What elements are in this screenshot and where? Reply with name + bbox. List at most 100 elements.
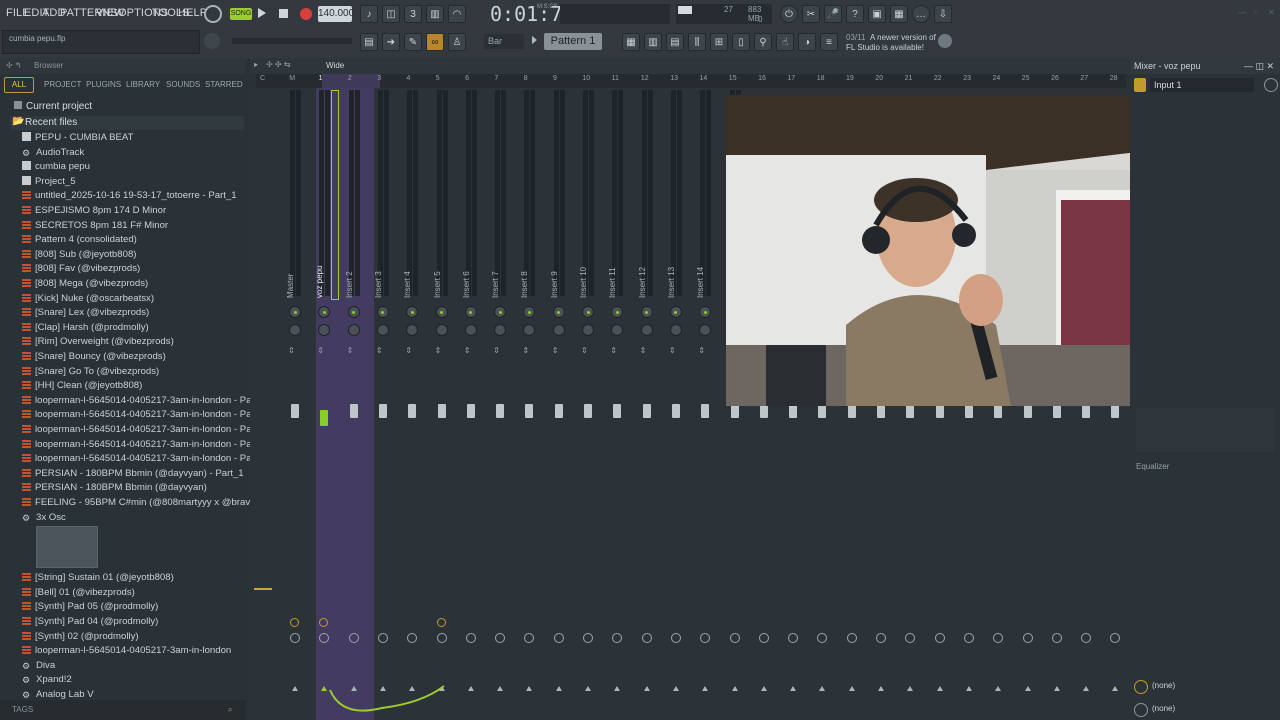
browser-file-item[interactable]: PERSIAN - 180BPM Bbmin (@dayvyan): [22, 482, 207, 493]
route-knob[interactable]: [758, 633, 769, 643]
ruler-mark[interactable]: 19: [846, 75, 854, 82]
send-arrow-icon[interactable]: [936, 686, 943, 691]
stereo-separation-icon[interactable]: ⇕: [435, 346, 442, 355]
route-knob[interactable]: [290, 633, 300, 643]
mixer-view-label[interactable]: Wide: [326, 61, 344, 70]
ruler-mark[interactable]: 7: [494, 75, 498, 82]
volume-fader[interactable]: [584, 404, 592, 418]
stereo-separation-icon[interactable]: ⇕: [552, 346, 559, 355]
volume-knob[interactable]: [435, 324, 448, 336]
volume-knob[interactable]: [582, 324, 594, 336]
send-arrow-icon[interactable]: [526, 686, 533, 691]
route-knob[interactable]: [495, 633, 506, 643]
ruler-mark[interactable]: 8: [524, 75, 528, 82]
route-knob[interactable]: [612, 633, 623, 643]
stereo-separation-icon[interactable]: ⇕: [317, 346, 324, 355]
volume-fader[interactable]: [847, 404, 856, 418]
ruler-mark[interactable]: 25: [1022, 75, 1030, 82]
ruler-mark[interactable]: 21: [905, 75, 913, 82]
mixer-strip[interactable]: Insert 5 ⇕: [429, 88, 455, 700]
mixer-strip[interactable]: Insert 13 ⇕: [663, 88, 689, 700]
stereo-separation-icon[interactable]: ⇕: [610, 346, 617, 355]
send-arrow-icon[interactable]: [1083, 686, 1090, 691]
mixer-strip[interactable]: Insert 2 ⇕: [341, 88, 367, 700]
section-recent-files[interactable]: 📂 Recent files: [10, 116, 244, 130]
volume-fader[interactable]: [730, 404, 739, 418]
news-line-2[interactable]: FL Studio is available!: [846, 43, 924, 52]
pan-knob[interactable]: [552, 306, 565, 318]
pan-knob[interactable]: [640, 306, 653, 318]
send-arrow-icon[interactable]: [555, 686, 562, 691]
send-arrow-icon[interactable]: [1112, 686, 1119, 691]
stamp-icon[interactable]: ♙: [448, 33, 466, 51]
panel-window-icons[interactable]: — ◫ ✕: [1244, 58, 1274, 74]
volume-fader[interactable]: [671, 404, 680, 418]
send-arrow-icon[interactable]: [497, 686, 504, 691]
audio-input-selector[interactable]: Input 1: [1150, 78, 1254, 92]
browser-file-item[interactable]: looperman-l-5645014-0405217-3am-in-londo…: [22, 453, 268, 464]
ruler-mark[interactable]: 5: [436, 75, 440, 82]
browser-file-item[interactable]: looperman-l-5645014-0405217-3am-in-londo…: [22, 424, 268, 435]
input-settings-icon[interactable]: [1264, 78, 1278, 92]
ruler-mark[interactable]: 14: [700, 75, 708, 82]
route-knob[interactable]: [700, 633, 711, 643]
volume-fader[interactable]: [466, 404, 475, 418]
volume-fader[interactable]: [378, 404, 387, 418]
route-knob[interactable]: [553, 633, 564, 643]
ruler-mark[interactable]: 4: [407, 75, 411, 82]
send-arrow-icon[interactable]: [1053, 686, 1060, 691]
tab-plugins[interactable]: PLUGINS: [86, 80, 121, 89]
blend-notes-icon[interactable]: ◠: [448, 5, 466, 23]
volume-fader[interactable]: [964, 404, 973, 418]
send-arrow-icon[interactable]: [965, 686, 972, 691]
channel-rack-icon[interactable]: ▥: [644, 33, 662, 51]
route-knob[interactable]: [1081, 633, 1092, 643]
browser-file-item[interactable]: [808] Sub (@jeyotb808): [22, 248, 136, 260]
pan-knob[interactable]: [318, 306, 331, 318]
stop-icon[interactable]: [279, 9, 288, 18]
countdown-icon[interactable]: 3: [404, 5, 422, 23]
ruler-mark[interactable]: M: [289, 75, 295, 82]
pan-knob[interactable]: [699, 306, 712, 318]
browser-file-item[interactable]: ⚙ Diva: [22, 660, 55, 671]
volume-knob[interactable]: [523, 324, 536, 336]
browser-file-item[interactable]: FEELING - 95BPM C#min (@808martyyy x @br…: [22, 497, 263, 508]
send-arrow-icon[interactable]: [643, 686, 650, 691]
route-knob[interactable]: [407, 633, 418, 643]
browser-file-item[interactable]: [808] Fav (@vibezprods): [22, 263, 140, 274]
browser-file-item[interactable]: looperman-l-5645014-0405217-3am-in-londo…: [22, 394, 268, 406]
volume-knob[interactable]: [406, 324, 419, 336]
volume-fader[interactable]: [320, 410, 329, 426]
news-line-1[interactable]: A newer version of: [870, 33, 936, 42]
pan-knob[interactable]: [582, 306, 594, 318]
send-arrow-icon[interactable]: [790, 686, 797, 691]
volume-fader[interactable]: [935, 404, 944, 418]
volume-knob[interactable]: [289, 324, 301, 336]
volume-fader[interactable]: [1023, 404, 1032, 418]
volume-fader[interactable]: [1082, 404, 1091, 418]
input-icon[interactable]: [1134, 78, 1146, 92]
mixer-strip[interactable]: Insert 4 ⇕: [399, 88, 425, 700]
draw-icon[interactable]: ✎: [404, 33, 422, 51]
route-knob[interactable]: [348, 633, 359, 643]
volume-fader[interactable]: [789, 404, 798, 418]
mixer-tools-icon[interactable]: ✢ ✣ ⇆: [266, 60, 291, 69]
ruler-mark[interactable]: 24: [993, 75, 1001, 82]
tab-all[interactable]: ALL: [4, 77, 34, 93]
section-current-project[interactable]: Current project: [14, 101, 92, 112]
route-knob[interactable]: [905, 633, 916, 643]
volume-fader[interactable]: [759, 404, 768, 418]
stereo-separation-icon[interactable]: ⇕: [698, 346, 705, 355]
volume-knob[interactable]: [611, 324, 624, 336]
browser-file-item[interactable]: cumbia pepu: [22, 161, 90, 172]
route-knob[interactable]: [377, 633, 388, 643]
route-knob[interactable]: [934, 633, 945, 643]
route-knob[interactable]: [1022, 633, 1033, 643]
volume-fader[interactable]: [701, 404, 710, 418]
send-arrow-icon[interactable]: [760, 686, 767, 691]
volume-knob[interactable]: [640, 324, 653, 336]
mixer-nav-icon[interactable]: ▸: [254, 60, 258, 69]
volume-fader[interactable]: [291, 404, 299, 418]
ruler-mark[interactable]: 15: [729, 75, 737, 82]
link-icon[interactable]: ∞: [426, 33, 444, 51]
